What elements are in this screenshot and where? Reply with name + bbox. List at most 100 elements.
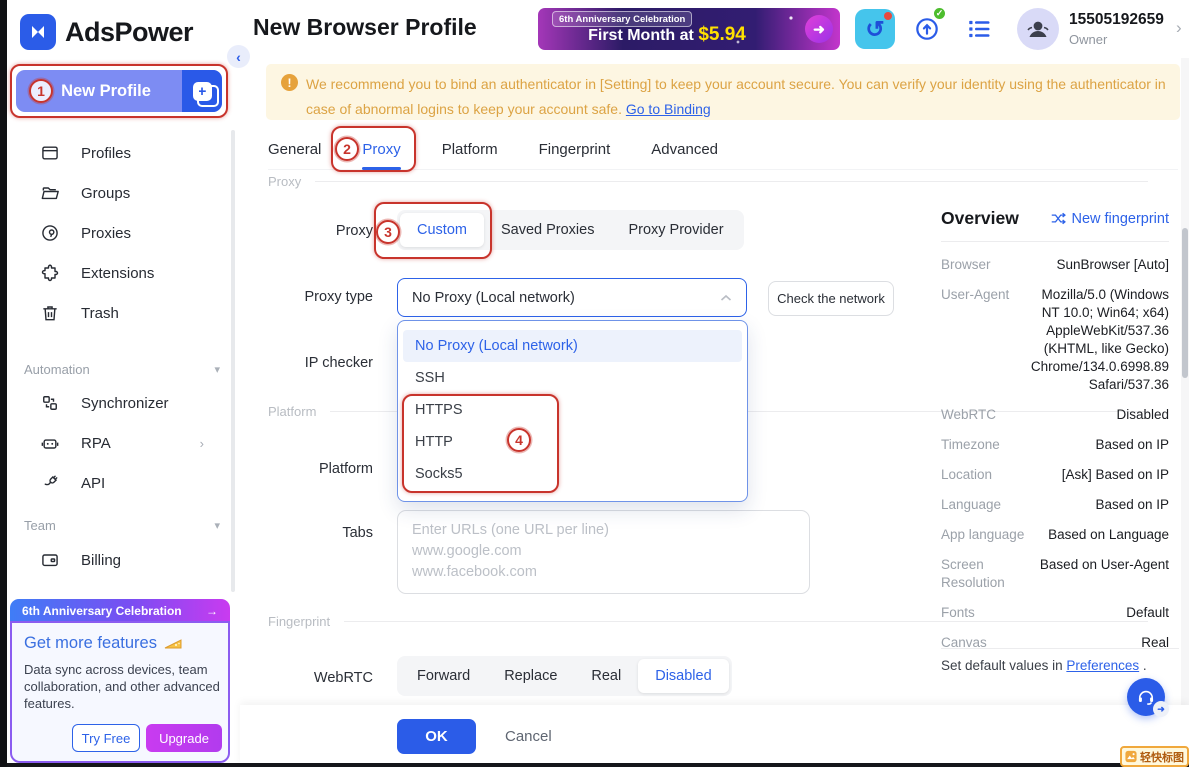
- proxy-mode-provider[interactable]: Proxy Provider: [611, 213, 740, 247]
- upgrade-button[interactable]: Upgrade: [146, 724, 222, 752]
- chevron-down-icon: ▾: [214, 363, 220, 376]
- watermark-label: 轻快标图: [1140, 749, 1184, 765]
- proxy-type-value: No Proxy (Local network): [412, 290, 575, 306]
- sidebar-item-trash[interactable]: Trash: [0, 293, 232, 333]
- action-bar: OK Cancel: [240, 705, 1189, 767]
- sidebar-item-rpa[interactable]: RPA ›: [0, 423, 232, 463]
- shuffle-icon: [1051, 212, 1066, 225]
- collapse-sidebar-button[interactable]: ‹: [227, 45, 250, 68]
- support-arrow-icon[interactable]: ➜: [1153, 701, 1169, 717]
- quick-launch-icon[interactable]: ↺: [855, 9, 895, 49]
- window-edge-left: [0, 0, 7, 767]
- user-avatar[interactable]: [1017, 8, 1059, 50]
- proxy-type-label: Proxy type: [270, 289, 373, 305]
- check-badge-icon: ✓: [932, 6, 947, 21]
- sidebar-item-billing[interactable]: Billing: [0, 540, 232, 580]
- promo-card: Get more features Data sync across devic…: [10, 621, 230, 763]
- sidebar-scrollbar[interactable]: [231, 130, 235, 592]
- dropdown-option-socks5[interactable]: Socks5: [403, 458, 742, 490]
- tab-fingerprint[interactable]: Fingerprint: [539, 130, 611, 169]
- sync-icon[interactable]: ✓: [907, 9, 947, 49]
- section-title: Fingerprint: [268, 614, 330, 629]
- tab-general[interactable]: General: [268, 130, 321, 169]
- sidebar-item-proxies[interactable]: Proxies: [0, 213, 232, 253]
- sidebar-item-api[interactable]: API: [0, 463, 232, 503]
- sidebar-section-automation[interactable]: Automation ▾: [24, 362, 220, 377]
- proxy-mode-saved[interactable]: Saved Proxies: [484, 213, 612, 247]
- main-area: New Browser Profile 6th Anniversary Cele…: [240, 0, 1189, 767]
- chevron-up-icon: [720, 294, 732, 302]
- tabs-field-label: Tabs: [270, 525, 373, 541]
- section-title: Platform: [268, 404, 316, 419]
- notice-text: We recommend you to bind an authenticato…: [306, 76, 1166, 117]
- preferences-link[interactable]: Preferences: [1066, 658, 1139, 673]
- check-network-button[interactable]: Check the network: [768, 281, 894, 316]
- tabs-url-input[interactable]: [397, 510, 810, 594]
- sidebar-item-synchronizer[interactable]: Synchronizer: [0, 383, 232, 423]
- billing-icon: [40, 550, 60, 570]
- ok-button[interactable]: OK: [397, 719, 476, 754]
- overview-row: App languageBased on Language: [941, 526, 1169, 544]
- page-scrollbar-thumb[interactable]: [1182, 228, 1188, 378]
- annotation-step-1: 1: [29, 79, 53, 103]
- try-free-button[interactable]: Try Free: [72, 724, 140, 752]
- promo-banner-label: 6th Anniversary Celebration: [22, 604, 182, 618]
- dropdown-option-https[interactable]: HTTPS: [403, 394, 742, 426]
- team-menu: Billing: [0, 540, 232, 580]
- dropdown-option-http[interactable]: HTTP: [403, 426, 742, 458]
- collapse-promo-icon[interactable]: →: [206, 604, 218, 618]
- section-title: Proxy: [268, 174, 301, 189]
- overview-row: User-AgentMozilla/5.0 (Windows NT 10.0; …: [941, 286, 1169, 394]
- webrtc-replace[interactable]: Replace: [487, 659, 574, 693]
- proxy-mode-custom[interactable]: Custom: [400, 213, 484, 247]
- sidebar-item-profiles[interactable]: Profiles: [0, 133, 232, 173]
- webrtc-disabled[interactable]: Disabled: [638, 659, 728, 693]
- proxy-field-label: Proxy: [270, 223, 373, 239]
- dropdown-option-no-proxy[interactable]: No Proxy (Local network): [403, 330, 742, 362]
- annotation-step-3: 3: [376, 220, 400, 244]
- overview-row: BrowserSunBrowser [Auto]: [941, 256, 1169, 274]
- sidebar-item-label: Groups: [81, 185, 130, 202]
- sidebar-item-label: Extensions: [81, 265, 154, 282]
- brand[interactable]: AdsPower: [20, 14, 193, 50]
- banner-text: First Month at: [588, 27, 694, 44]
- cancel-button[interactable]: Cancel: [505, 719, 552, 754]
- cheese-emoji-icon: [164, 636, 183, 651]
- sidebar-item-groups[interactable]: Groups: [0, 173, 232, 213]
- anniversary-banner[interactable]: 6th Anniversary Celebration First Month …: [538, 8, 840, 50]
- tab-platform[interactable]: Platform: [442, 130, 498, 169]
- banner-price: $5.94: [698, 24, 746, 45]
- sidebar-item-extensions[interactable]: Extensions: [0, 253, 232, 293]
- overview-row: FontsDefault: [941, 604, 1169, 622]
- overview-row: TimezoneBased on IP: [941, 436, 1169, 454]
- banner-arrow-icon[interactable]: ➜: [805, 15, 833, 43]
- proxy-type-select[interactable]: No Proxy (Local network): [397, 278, 747, 317]
- dropdown-option-ssh[interactable]: SSH: [403, 362, 742, 394]
- robot-icon: [40, 433, 60, 453]
- section-proxy: Proxy: [268, 174, 1148, 189]
- platform-field-label: Platform: [270, 461, 373, 477]
- webrtc-real[interactable]: Real: [574, 659, 638, 693]
- account-info[interactable]: 15505192659 Owner: [1069, 11, 1164, 47]
- account-id: 15505192659: [1069, 11, 1164, 29]
- page-scrollbar-track[interactable]: [1181, 58, 1189, 767]
- sidebar-section-team[interactable]: Team ▾: [24, 518, 220, 533]
- promo-body: Data sync across devices, team collabora…: [24, 661, 222, 712]
- overview-row: Location[Ask] Based on IP: [941, 466, 1169, 484]
- list-menu-icon[interactable]: [959, 9, 999, 49]
- page-title: New Browser Profile: [253, 14, 477, 41]
- promo-banner[interactable]: 6th Anniversary Celebration →: [10, 599, 230, 622]
- sidebar-item-label: Billing: [81, 552, 121, 569]
- tab-advanced[interactable]: Advanced: [651, 130, 718, 169]
- notification-dot: [884, 12, 892, 20]
- go-to-binding-link[interactable]: Go to Binding: [626, 101, 711, 117]
- brand-name: AdsPower: [65, 17, 193, 48]
- new-fingerprint-link[interactable]: New fingerprint: [1051, 211, 1169, 227]
- webrtc-forward[interactable]: Forward: [400, 659, 487, 693]
- account-chevron-icon[interactable]: ›: [1176, 18, 1182, 38]
- ip-checker-label: IP checker: [270, 355, 373, 371]
- tab-proxy[interactable]: Proxy: [362, 130, 400, 169]
- security-notice: ! We recommend you to bind an authentica…: [266, 64, 1180, 120]
- promo-title: Get more features: [24, 634, 157, 653]
- annotation-step-2: 2: [335, 137, 359, 161]
